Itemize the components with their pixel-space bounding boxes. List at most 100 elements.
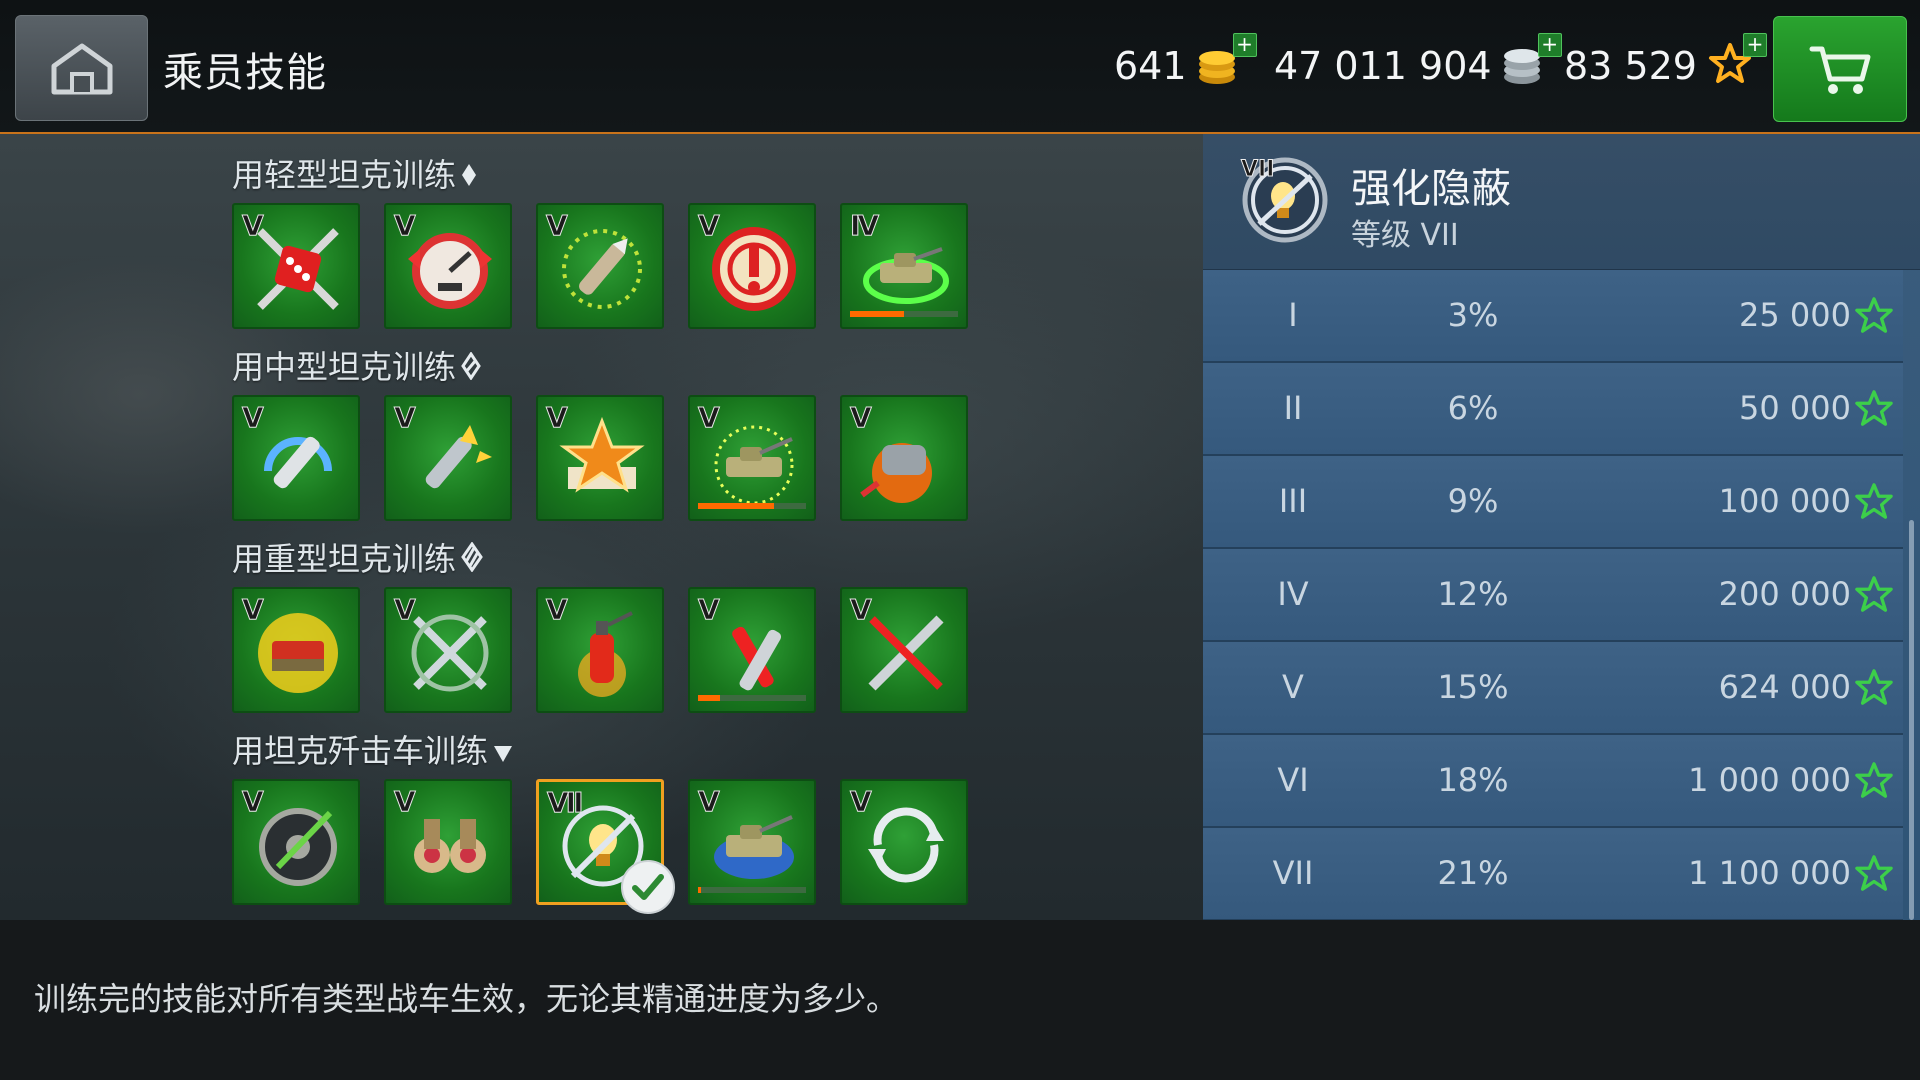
skill-tile[interactable]: V: [384, 587, 512, 713]
skill-tile[interactable]: V: [840, 587, 968, 713]
star-xp-icon: [1855, 855, 1893, 891]
skill-progress-fill: [698, 887, 702, 893]
light-tank-class-icon: [460, 158, 478, 196]
shell-rotate-icon: [264, 436, 332, 489]
hammer-shell-icon: [732, 626, 782, 691]
skill-tile[interactable]: V: [384, 203, 512, 329]
section-label-light: 用轻型坦克训练: [232, 150, 478, 196]
xp-balance[interactable]: 83 529 +: [1564, 33, 1767, 94]
skill-tile[interactable]: V: [688, 779, 816, 905]
level-cost: 100 000: [1718, 482, 1851, 520]
skill-tile[interactable]: V: [840, 779, 968, 905]
skill-tile[interactable]: V: [536, 587, 664, 713]
skill-tile[interactable]: V: [840, 395, 968, 521]
shop-cart-button[interactable]: [1773, 16, 1907, 122]
skill-progress-bar: [698, 887, 806, 893]
level-row: VI 18% 1 000 000: [1203, 735, 1903, 828]
skill-rank: V: [546, 209, 569, 243]
star-xp-icon: [1855, 576, 1893, 612]
skill-tile[interactable]: V: [688, 395, 816, 521]
star-xp-icon: [1855, 390, 1893, 426]
level-bonus: 18%: [1437, 761, 1509, 799]
level-numeral: I: [1288, 296, 1298, 334]
level-numeral: III: [1278, 482, 1308, 520]
level-row: V 15% 624 000: [1203, 642, 1903, 735]
level-numeral: II: [1283, 389, 1303, 427]
level-row: II 6% 50 000: [1203, 363, 1903, 456]
xp-value: 83 529: [1564, 44, 1697, 88]
skill-rank: V: [850, 401, 873, 435]
level-cost: 1 000 000: [1688, 761, 1851, 799]
skill-tile[interactable]: IV: [840, 203, 968, 329]
add-gold-button[interactable]: +: [1232, 33, 1257, 57]
skill-tile[interactable]: V: [232, 587, 360, 713]
dice-crossed-icon: [257, 228, 339, 310]
skill-progress-bar: [698, 503, 806, 509]
skill-rank: V: [242, 401, 265, 435]
skill-detail-header: VII 强化隐蔽 等级 VII: [1203, 134, 1920, 270]
add-xp-button[interactable]: +: [1742, 33, 1767, 57]
home-button[interactable]: [15, 15, 148, 121]
section-title: 用轻型坦克训练: [232, 156, 457, 194]
level-row: IV 12% 200 000: [1203, 549, 1903, 642]
skill-detail-panel: VII 强化隐蔽 等级 VII I 3% 25 000 II 6% 50 000 III 9%…: [1203, 134, 1920, 921]
section-label-heavy: 用重型坦克训练: [232, 534, 484, 580]
add-silver-button[interactable]: +: [1537, 33, 1562, 57]
level-cost: 25 000: [1739, 296, 1851, 334]
star-xp-icon: [1855, 762, 1893, 798]
skill-tile[interactable]: V: [232, 203, 360, 329]
silver-coins-icon: +: [1502, 33, 1562, 91]
skill-tile[interactable]: V: [232, 395, 360, 521]
skill-tile[interactable]: V: [536, 203, 664, 329]
skill-progress-fill: [698, 695, 720, 701]
alert-target-icon: [712, 227, 796, 311]
level-cost: 624 000: [1718, 668, 1851, 706]
reload-cycle-icon: [868, 807, 944, 883]
scrollbar[interactable]: [1909, 520, 1914, 920]
level-row: III 9% 100 000: [1203, 456, 1903, 549]
level-cost: 1 100 000: [1688, 854, 1851, 892]
skill-rank: V: [698, 785, 721, 819]
gold-balance[interactable]: 641 +: [1114, 33, 1257, 94]
wheel-arrow-icon: [259, 808, 337, 886]
camo-bulb-icon: VII: [1241, 157, 1328, 243]
detail-badge-rank: VII: [1241, 157, 1274, 182]
skill-progress-bar: [850, 311, 958, 317]
level-bonus: 15%: [1437, 668, 1509, 706]
gold-value: 641: [1114, 44, 1187, 88]
skill-tile[interactable]: V: [384, 395, 512, 521]
shell-spark-icon: [425, 425, 492, 489]
skill-rank: V: [394, 785, 417, 819]
td-class-icon: [492, 734, 514, 772]
level-row: I 3% 25 000: [1203, 270, 1903, 363]
skill-tile[interactable]: V: [384, 779, 512, 905]
skill-tile[interactable]: V: [688, 203, 816, 329]
section-label-td: 用坦克歼击车训练: [232, 726, 514, 772]
skill-rank: IV: [849, 209, 879, 243]
skill-tile[interactable]: V: [536, 395, 664, 521]
star-xp-icon: [1855, 669, 1893, 705]
skill-tile[interactable]: VII: [536, 779, 675, 914]
burning-armor-icon: [258, 613, 338, 693]
shell-target-icon: [562, 229, 642, 309]
silver-balance[interactable]: 47 011 904 +: [1274, 33, 1562, 94]
skill-tile[interactable]: V: [688, 587, 816, 713]
top-bar: 乘员技能 641 + 47 011 904 + 83 529 +: [0, 0, 1920, 134]
skill-rank: V: [242, 209, 265, 243]
medium-tank-class-icon: [460, 350, 482, 388]
skill-rank: V: [394, 209, 417, 243]
skill-name: 强化隐蔽: [1351, 166, 1511, 212]
tank-yellow-ring-icon: [714, 425, 794, 505]
page-title: 乘员技能: [163, 50, 327, 96]
skill-rank: V: [698, 401, 721, 435]
description-bar: 训练完的技能对所有类型战车生效，无论其精通进度为多少。: [0, 920, 1920, 1080]
level-bonus: 21%: [1437, 854, 1509, 892]
skill-tile[interactable]: V: [232, 779, 360, 905]
gold-coins-icon: +: [1197, 33, 1257, 91]
skill-progress-fill: [850, 311, 904, 317]
level-numeral: IV: [1277, 575, 1309, 613]
star-xp-icon: +: [1707, 33, 1767, 91]
skill-progress-fill: [698, 503, 774, 509]
trained-check-icon: [621, 860, 675, 914]
level-bonus: 3%: [1447, 296, 1499, 334]
